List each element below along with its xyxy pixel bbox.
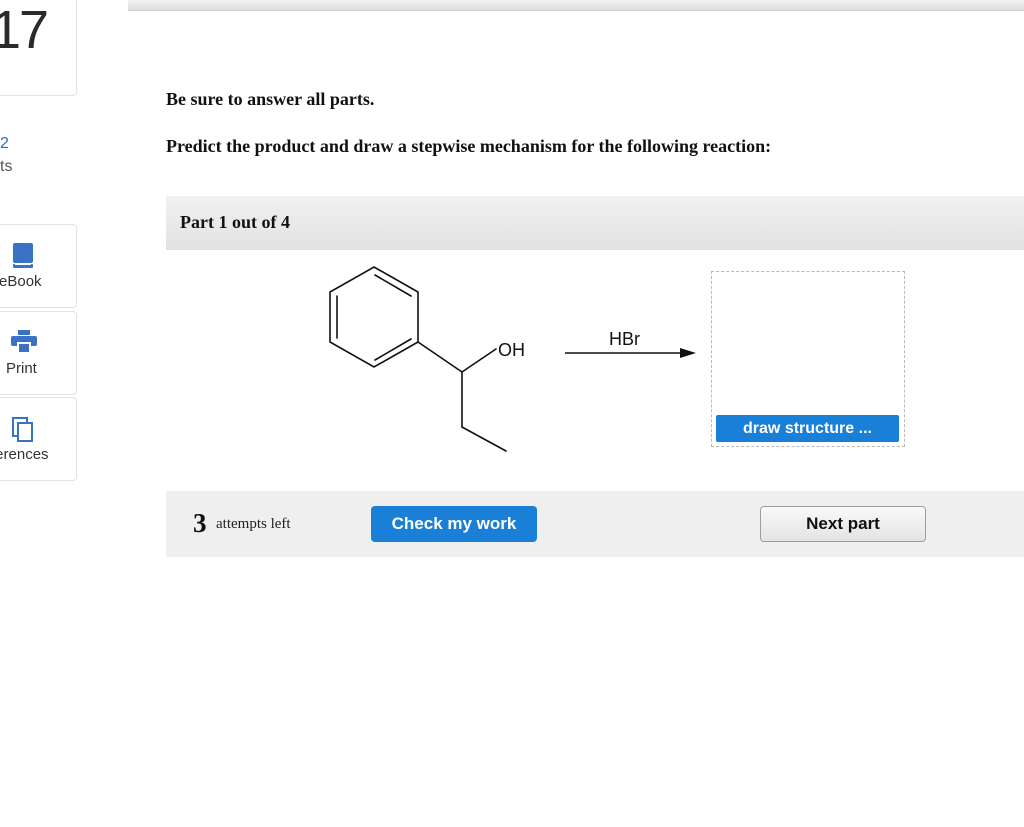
draw-structure-button[interactable]: draw structure ... xyxy=(716,415,899,442)
question-number-card: 17 xyxy=(0,0,77,96)
printer-icon xyxy=(11,330,37,359)
reactant-structure xyxy=(329,266,507,452)
hydroxyl-label: OH xyxy=(498,340,525,360)
references-label: ferences xyxy=(0,446,49,463)
book-icon xyxy=(11,243,35,274)
instruction-text: Be sure to answer all parts. xyxy=(166,89,375,109)
references-icon xyxy=(11,416,35,447)
reagent-label: HBr xyxy=(609,329,640,349)
check-my-work-button[interactable]: Check my work xyxy=(371,506,537,542)
footer-bar: 3 attempts left Check my work Next part xyxy=(166,491,1024,557)
print-label: Print xyxy=(6,360,37,377)
ebook-button[interactable]: eBook xyxy=(0,224,77,308)
attempts-count: 3 xyxy=(193,508,207,538)
next-part-button[interactable]: Next part xyxy=(760,506,926,542)
part-title: Part 1 out of 4 xyxy=(180,212,290,232)
points-value: 2 xyxy=(0,135,9,152)
print-button[interactable]: Print xyxy=(0,311,77,395)
points-label: ts xyxy=(0,158,13,175)
question-number: 17 xyxy=(0,0,49,60)
references-button[interactable]: ferences xyxy=(0,397,77,481)
reaction-arrow xyxy=(565,348,696,358)
reaction-scheme: OH HBr xyxy=(329,266,696,452)
question-prompt: Predict the product and draw a stepwise … xyxy=(166,136,772,156)
top-shadow-bar xyxy=(128,0,1024,11)
ebook-label: eBook xyxy=(0,273,42,290)
attempts-label: attempts left xyxy=(216,516,291,532)
part-header: Part 1 out of 4 xyxy=(166,196,1024,250)
